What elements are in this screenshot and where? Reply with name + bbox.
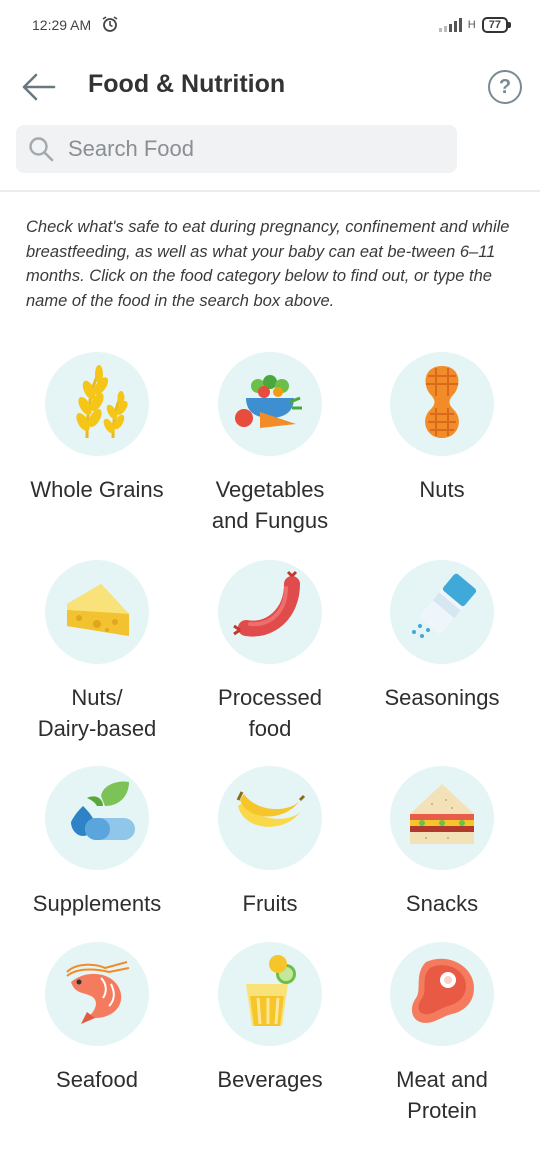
network-type-icon: H [467,19,476,31]
search-bar[interactable] [16,125,457,173]
category-label: Vegetables and Fungus [211,477,329,533]
page-title: Food & Nutrition [88,70,286,98]
category-supplements[interactable]: Supplements [7,766,187,919]
steak-icon [402,952,482,1037]
category-beverages[interactable]: Beverages [180,942,360,1095]
category-label: Seafood [56,1067,138,1092]
category-icon-circle [45,766,149,870]
category-label: Beverages [217,1067,323,1092]
back-arrow-icon[interactable] [20,72,56,102]
category-icon-circle [218,560,322,664]
category-icon-circle [390,560,494,664]
search-input[interactable] [66,135,440,163]
cheese-icon [57,570,137,655]
category-icon-circle [390,352,494,456]
signal-icon [438,18,462,32]
category-label: Snacks [405,891,479,916]
category-label: Nuts [419,477,465,502]
category-icon-circle [390,942,494,1046]
app-header: Food & Nutrition ? [0,50,540,124]
category-icon-circle [45,942,149,1046]
category-label: Processed food [218,685,322,741]
category-icon-circle [218,942,322,1046]
category-icon-circle [390,766,494,870]
category-seafood[interactable]: Seafood [7,942,187,1095]
wheat-icon [57,362,137,447]
intro-text: Check what's safe to eat during pregnanc… [26,218,510,310]
battery-icon: 77 [481,17,512,33]
category-snacks[interactable]: Snacks [352,766,532,919]
status-time: 12:29 AM [32,17,92,33]
category-nuts[interactable]: Nuts [352,352,532,505]
search-icon [28,136,54,162]
category-label: Meat and Protein [396,1067,488,1123]
category-label: Fruits [242,891,298,916]
drink-icon [230,952,310,1037]
help-icon[interactable]: ? [488,70,522,104]
sausage-icon [230,570,310,655]
category-label: Whole Grains [30,477,164,502]
category-icon-circle [45,352,149,456]
category-label: Seasonings [384,685,500,710]
category-processed-food[interactable]: Processed food [180,560,360,744]
category-icon-circle [45,560,149,664]
category-fruits[interactable]: Fruits [180,766,360,919]
category-meat-protein[interactable]: Meat and Protein [352,942,532,1126]
category-icon-circle [218,766,322,870]
category-label: Nuts/ Dairy-based [37,685,157,741]
banana-icon [230,776,310,861]
pills-icon [57,776,137,861]
salt-shaker-icon [402,570,482,655]
battery-level: 77 [488,19,501,31]
vegetables-icon [230,362,310,447]
category-label: Supplements [32,891,162,916]
category-whole-grains[interactable]: Whole Grains [7,352,187,505]
header-divider [0,190,540,192]
shrimp-icon [57,952,137,1037]
peanut-icon [402,362,482,447]
category-icon-circle [218,352,322,456]
status-bar: 12:29 AM H 77 [0,0,540,50]
sandwich-icon [402,776,482,861]
category-vegetables[interactable]: Vegetables and Fungus [180,352,360,536]
category-dairy[interactable]: Nuts/ Dairy-based [7,560,187,744]
alarm-icon [101,15,119,36]
category-seasonings[interactable]: Seasonings [352,560,532,713]
